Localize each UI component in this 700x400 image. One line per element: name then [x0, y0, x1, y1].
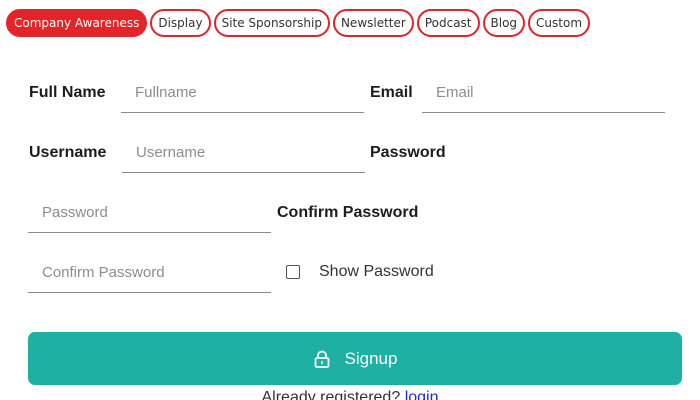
tab-custom[interactable]: Custom — [528, 9, 591, 37]
login-prompt-text: Already registered? — [261, 389, 401, 400]
password-input[interactable] — [28, 193, 271, 233]
email-label: Email — [370, 84, 413, 101]
email-input[interactable] — [422, 73, 665, 113]
lock-icon — [314, 350, 329, 368]
tab-site-sponsorship[interactable]: Site Sponsorship — [213, 9, 330, 37]
login-link[interactable]: login — [405, 389, 439, 400]
login-prompt: Already registered? login — [0, 389, 700, 400]
tab-display[interactable]: Display — [150, 9, 211, 37]
campaign-type-tabs: Company Awareness Display Site Sponsorsh… — [6, 8, 591, 38]
show-password-checkbox[interactable] — [286, 265, 300, 279]
signup-button[interactable]: Signup — [28, 332, 682, 385]
tab-blog[interactable]: Blog — [482, 9, 526, 37]
fullname-label: Full Name — [29, 84, 106, 101]
tab-newsletter[interactable]: Newsletter — [332, 9, 414, 37]
fullname-input[interactable] — [121, 73, 364, 113]
tab-podcast[interactable]: Podcast — [416, 9, 480, 37]
password-label: Password — [370, 144, 446, 161]
confirm-password-label: Confirm Password — [277, 204, 419, 221]
show-password-label[interactable]: Show Password — [319, 263, 434, 281]
tab-company-awareness[interactable]: Company Awareness — [6, 9, 148, 37]
username-label: Username — [29, 144, 107, 161]
username-input[interactable] — [122, 133, 365, 173]
confirm-password-input[interactable] — [28, 253, 271, 293]
signup-label: Signup — [344, 348, 398, 368]
